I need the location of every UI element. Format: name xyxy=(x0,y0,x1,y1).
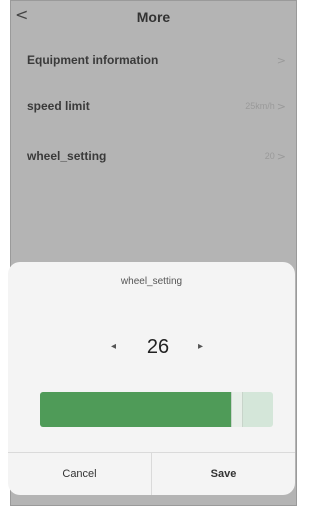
menu-row-value-text: 20 xyxy=(264,151,275,161)
chevron-right-icon: > xyxy=(276,149,286,163)
wheel-slider[interactable] xyxy=(40,392,273,427)
slider-fill xyxy=(40,392,233,427)
slider-thumb[interactable] xyxy=(231,392,243,427)
menu-row-label: wheel_setting xyxy=(27,149,107,163)
dialog-title: wheel_setting xyxy=(120,276,183,287)
menu-row-equipment-information[interactable]: Equipment information > xyxy=(11,38,296,82)
top-bar: < More xyxy=(11,1,296,35)
menu-row-value: > xyxy=(275,54,286,67)
wheel-value: 26 xyxy=(146,336,170,358)
cancel-button[interactable]: Cancel xyxy=(8,453,151,495)
menu-row-speed-limit[interactable]: speed limit 25km/h > xyxy=(11,84,296,128)
increase-arrow-icon[interactable]: ▸ xyxy=(198,341,203,352)
menu-row-value: 20 > xyxy=(265,150,286,163)
menu-row-value: 25km/h > xyxy=(245,100,286,113)
chevron-right-icon: > xyxy=(276,53,286,67)
dialog-actions: Cancel Save xyxy=(8,452,295,495)
menu-row-label: Equipment information xyxy=(27,53,159,67)
save-button[interactable]: Save xyxy=(151,453,295,495)
menu-row-value-text: 25km/h xyxy=(245,101,275,111)
page-title: More xyxy=(136,9,171,25)
value-picker: ◂ 26 ▸ xyxy=(8,336,295,362)
chevron-right-icon: > xyxy=(276,99,286,113)
wheel-setting-dialog: wheel_setting ◂ 26 ▸ Cancel Save xyxy=(8,262,295,495)
menu-row-wheel-setting[interactable]: wheel_setting 20 > xyxy=(11,134,296,178)
decrease-arrow-icon[interactable]: ◂ xyxy=(111,341,116,352)
menu-row-label: speed limit xyxy=(27,99,90,113)
